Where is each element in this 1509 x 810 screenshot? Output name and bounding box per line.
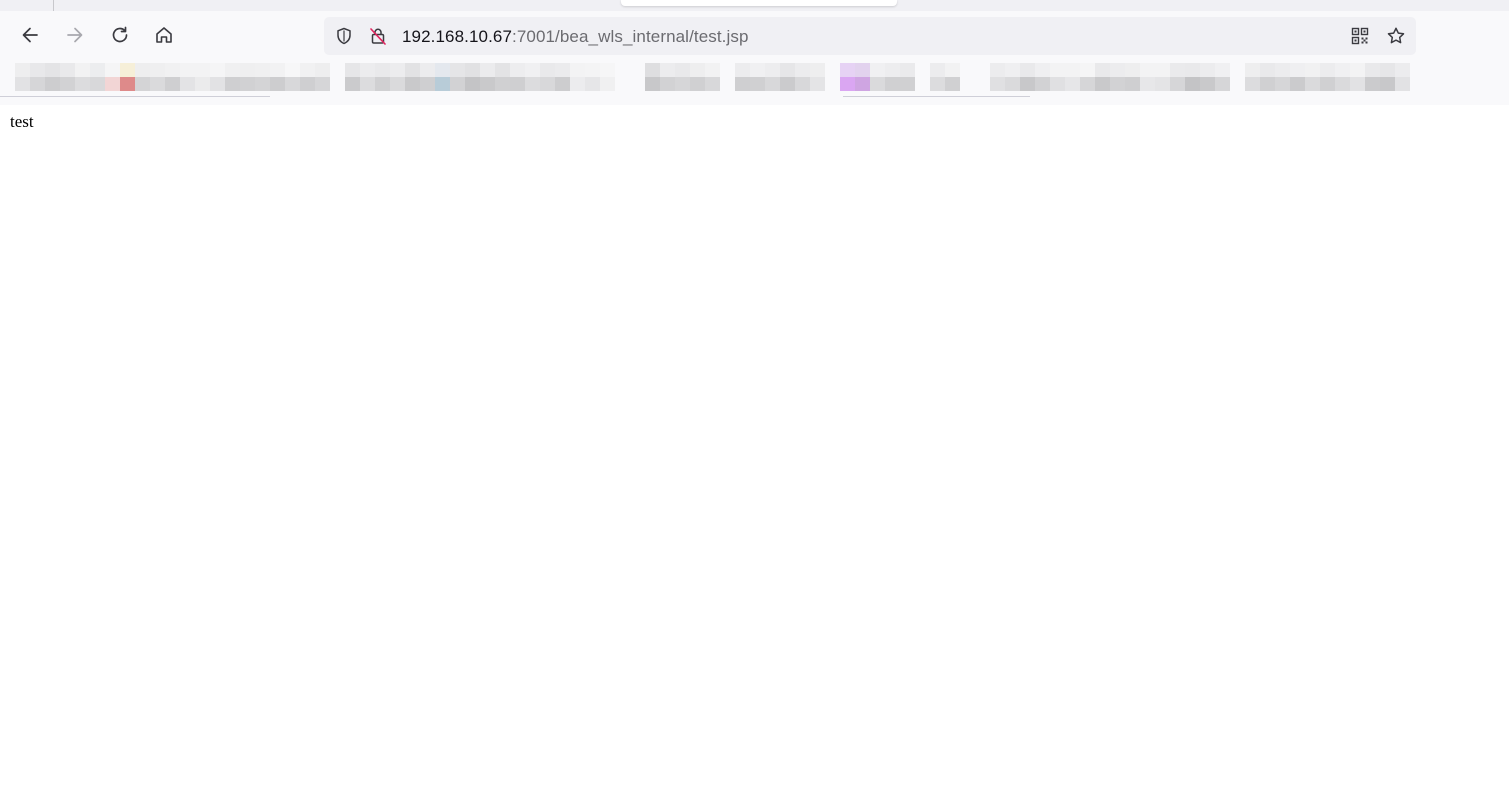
page-content: test [0, 105, 1509, 810]
tab-strip [0, 0, 1509, 11]
home-icon [156, 27, 172, 43]
reload-button[interactable] [108, 23, 132, 47]
bookmark-item[interactable] [990, 63, 1410, 91]
navigation-toolbar: 192.168.10.67:7001/bea_wls_internal/test… [0, 11, 1509, 60]
page-body-text: test [10, 112, 34, 131]
back-button[interactable] [18, 23, 42, 47]
content-divider [0, 96, 270, 97]
bookmarks-toolbar [0, 60, 1509, 105]
insecure-lock-icon[interactable] [368, 26, 388, 46]
forward-button[interactable] [63, 23, 87, 47]
home-button[interactable] [152, 23, 176, 47]
arrow-left-icon [22, 27, 38, 43]
shield-icon[interactable] [334, 26, 354, 46]
star-icon[interactable] [1386, 26, 1406, 46]
address-bar[interactable]: 192.168.10.67:7001/bea_wls_internal/test… [324, 17, 1416, 55]
active-tab[interactable] [621, 0, 897, 6]
tab-separator [53, 0, 54, 11]
qr-code-icon[interactable] [1350, 26, 1370, 46]
bookmark-item[interactable] [345, 63, 615, 91]
bookmark-item[interactable] [645, 63, 720, 91]
url-path: :7001/bea_wls_internal/test.jsp [512, 27, 749, 46]
arrow-right-icon [67, 27, 83, 43]
url-text[interactable]: 192.168.10.67:7001/bea_wls_internal/test… [402, 27, 749, 47]
url-host: 192.168.10.67 [402, 27, 513, 46]
reload-icon [112, 26, 128, 43]
bookmark-item[interactable] [840, 63, 960, 91]
bookmark-item[interactable] [15, 63, 330, 91]
bookmark-item[interactable] [735, 63, 825, 91]
content-divider [843, 96, 1030, 97]
